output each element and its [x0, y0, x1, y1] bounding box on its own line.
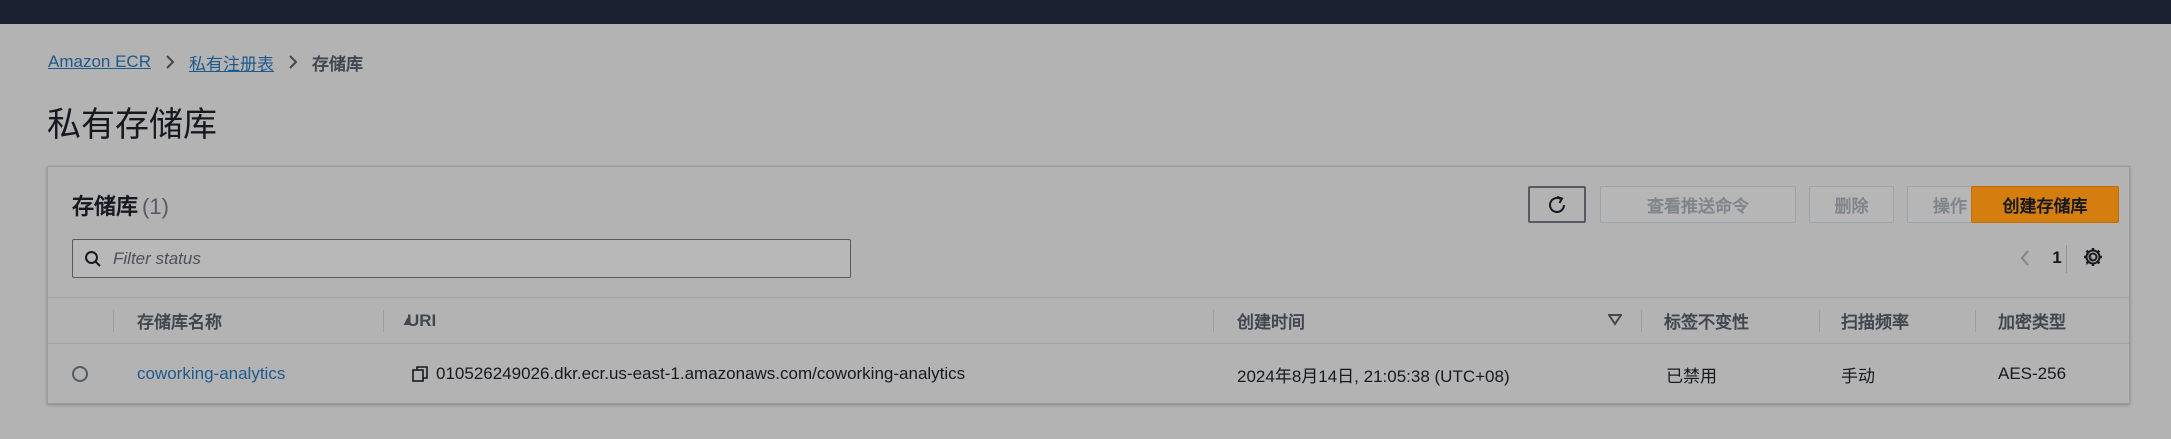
column-separator: [1975, 310, 1976, 332]
column-header-label: 加密类型: [1998, 313, 2066, 332]
column-header-label: 标签不变性: [1664, 313, 1749, 332]
page-title: 私有存储库: [47, 106, 217, 144]
search-icon: [73, 250, 113, 268]
column-separator: [1819, 310, 1820, 332]
previous-page-icon[interactable]: [2008, 249, 2042, 267]
column-header-tag-immutability[interactable]: 标签不变性: [1664, 298, 1749, 343]
column-header-label: 扫描频率: [1841, 313, 1909, 332]
copy-icon[interactable]: [412, 366, 428, 382]
gear-icon[interactable]: [2082, 246, 2104, 273]
create-repository-button[interactable]: 创建存储库: [1971, 186, 2119, 223]
table-row[interactable]: coworking-analytics 010526249026.dkr.ecr…: [48, 344, 2129, 404]
scan-frequency-cell: 手动: [1841, 366, 1875, 386]
filter-search-box[interactable]: [72, 239, 851, 278]
repository-count: (1): [142, 194, 169, 219]
table-header: 存储库名称 ▲ URI 创建时间 标签不变性 扫描频率 加密类型: [48, 297, 2129, 344]
tag-immutability-cell: 已禁用: [1666, 366, 1717, 386]
uri-cell: 010526249026.dkr.ecr.us-east-1.amazonaws…: [412, 344, 965, 404]
actions-label: 操作: [1933, 197, 1968, 216]
column-header-uri[interactable]: URI: [407, 298, 436, 343]
current-page-number[interactable]: 1: [2042, 248, 2072, 268]
repository-name-link[interactable]: coworking-analytics: [137, 364, 285, 384]
column-separator: [383, 310, 384, 332]
row-select-radio[interactable]: [72, 344, 88, 404]
column-separator: [113, 310, 114, 332]
column-header-label: URI: [407, 310, 437, 330]
refresh-button[interactable]: [1528, 186, 1586, 223]
repository-uri: 010526249026.dkr.ecr.us-east-1.amazonaws…: [436, 364, 966, 383]
column-separator: [1641, 310, 1642, 332]
chevron-right-icon: [274, 54, 312, 70]
repository-name-cell: coworking-analytics: [137, 344, 285, 404]
encryption-type-cell: AES-256: [1998, 364, 2067, 383]
breadcrumb-private-registry[interactable]: 私有注册表: [189, 50, 274, 75]
column-header-encryption[interactable]: 加密类型: [1998, 298, 2066, 343]
column-header-created[interactable]: 创建时间: [1237, 298, 1627, 343]
repositories-panel: 存储库(1) 查看推送命令 删除 操作 ▼ 创建存储库 1: [47, 166, 2130, 404]
delete-button[interactable]: 删除: [1809, 186, 1894, 223]
top-navigation-bar: [0, 0, 2171, 24]
breadcrumb-amazon-ecr[interactable]: Amazon ECR: [48, 52, 151, 72]
panel-title-label: 存储库: [72, 194, 139, 219]
sort-filter-icon[interactable]: [1607, 311, 1623, 331]
panel-title: 存储库 (1): [72, 189, 169, 221]
column-header-name[interactable]: 存储库名称 ▲: [137, 298, 417, 343]
created-time-cell: 2024年8月14日, 21:05:38 (UTC+08): [1237, 366, 1510, 386]
column-separator: [1213, 310, 1214, 332]
column-header-label: 存储库名称: [137, 313, 222, 332]
breadcrumb-current: 存储库: [311, 54, 363, 74]
filter-input[interactable]: [113, 248, 833, 269]
refresh-icon: [1549, 195, 1565, 213]
pagination-divider: [2066, 245, 2067, 273]
column-header-label: 创建时间: [1237, 313, 1305, 332]
radio-button[interactable]: [72, 366, 88, 382]
column-header-scan-frequency[interactable]: 扫描频率: [1841, 298, 1909, 343]
view-push-commands-button[interactable]: 查看推送命令: [1600, 186, 1796, 223]
breadcrumb: Amazon ECR 私有注册表 存储库: [48, 50, 363, 74]
chevron-right-icon: [151, 54, 189, 70]
